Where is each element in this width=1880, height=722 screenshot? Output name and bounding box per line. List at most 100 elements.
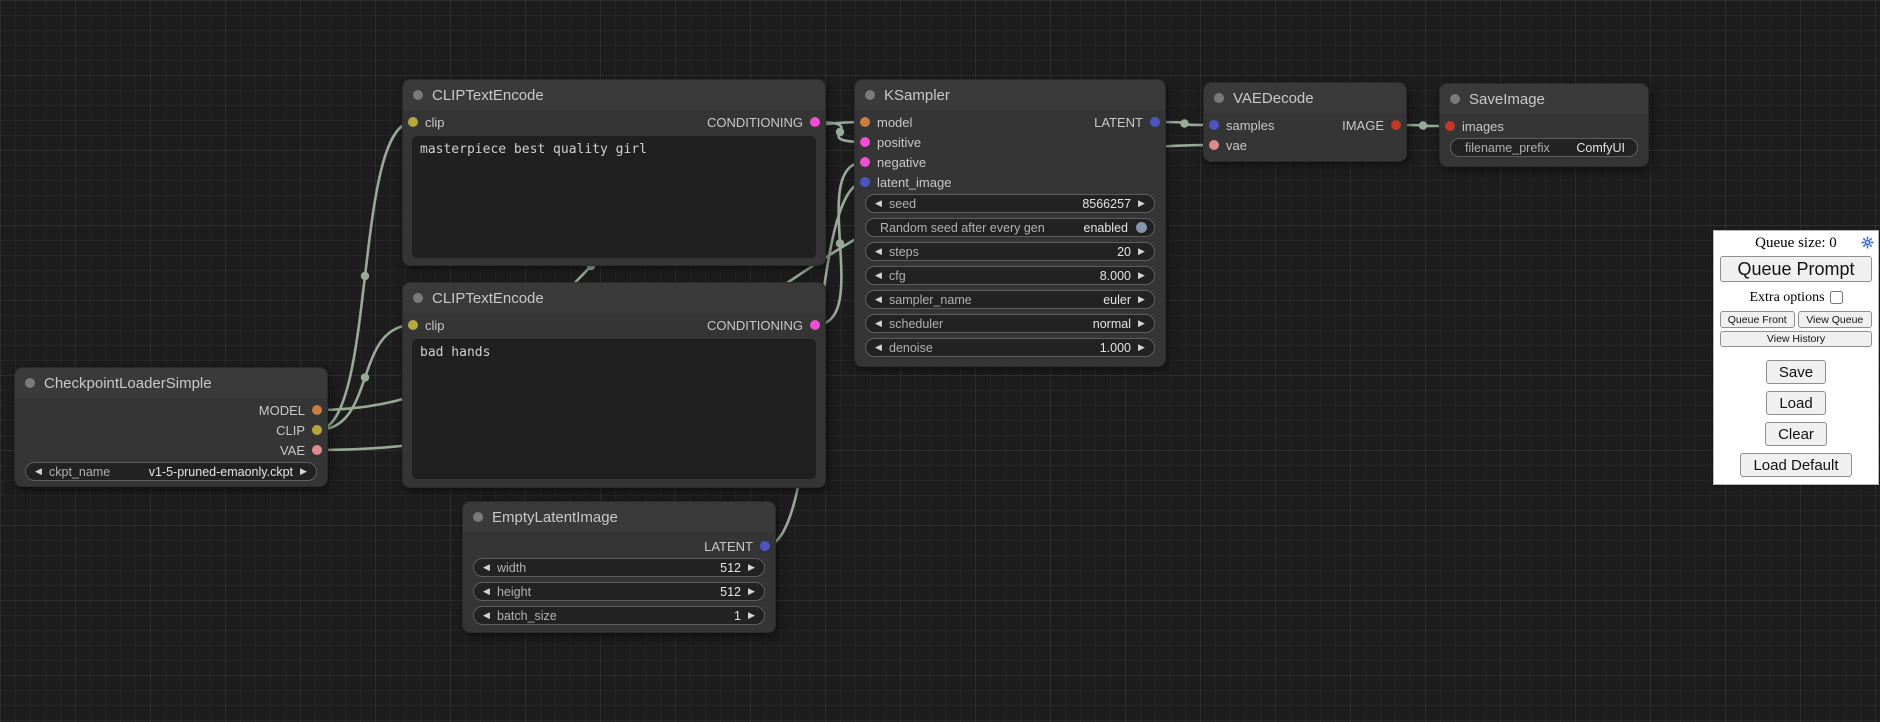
vae-output-dot[interactable]	[312, 445, 322, 455]
view-queue-button[interactable]: View Queue	[1798, 311, 1873, 328]
positive-input-dot[interactable]	[860, 137, 870, 147]
images-input-dot[interactable]	[1445, 121, 1455, 131]
node-title-bar[interactable]: EmptyLatentImage	[463, 502, 775, 532]
extra-options-checkbox[interactable]	[1830, 291, 1843, 304]
sampler-name-widget[interactable]: ◀ sampler_name euler ▶	[865, 290, 1155, 309]
decrement-arrow-icon[interactable]: ◀	[873, 243, 884, 260]
node-checkpointloadersimple[interactable]: CheckpointLoaderSimple MODEL CLIP VAE ◀ …	[14, 367, 328, 487]
batch-size-widget[interactable]: ◀ batch_size 1 ▶	[473, 606, 765, 625]
slot-label: LATENT	[1094, 115, 1143, 130]
node-title-bar[interactable]: KSampler	[855, 80, 1165, 110]
view-history-button[interactable]: View History	[1720, 331, 1872, 347]
ckpt-name-widget[interactable]: ◀ ckpt_name v1-5-pruned-emaonly.ckpt ▶	[25, 462, 317, 481]
node-ksampler[interactable]: KSampler model LATENT positive negative …	[854, 79, 1166, 367]
node-canvas[interactable]: CheckpointLoaderSimple MODEL CLIP VAE ◀ …	[0, 0, 1880, 722]
node-collapse-dot-icon[interactable]	[1214, 93, 1224, 103]
node-cliptextencode-positive[interactable]: CLIPTextEncode clip CONDITIONING masterp…	[402, 79, 826, 266]
increment-arrow-icon[interactable]: ▶	[1136, 243, 1147, 260]
model-output-dot[interactable]	[312, 405, 322, 415]
increment-arrow-icon[interactable]: ▶	[746, 583, 757, 600]
decrement-arrow-icon[interactable]: ◀	[481, 559, 492, 576]
widget-value: normal	[1093, 317, 1131, 331]
queue-front-button[interactable]: Queue Front	[1720, 311, 1795, 328]
node-emptylatentimage[interactable]: EmptyLatentImage LATENT ◀ width 512 ▶ ◀ …	[462, 501, 776, 633]
queue-prompt-button[interactable]: Queue Prompt	[1720, 256, 1872, 282]
node-collapse-dot-icon[interactable]	[413, 90, 423, 100]
node-title-bar[interactable]: CLIPTextEncode	[403, 283, 825, 313]
increment-arrow-icon[interactable]: ▶	[298, 463, 309, 480]
decrement-arrow-icon[interactable]: ◀	[873, 291, 884, 308]
clip-output-dot[interactable]	[312, 425, 322, 435]
clear-button[interactable]: Clear	[1765, 422, 1827, 446]
load-default-button[interactable]: Load Default	[1740, 453, 1851, 477]
node-title-bar[interactable]: CheckpointLoaderSimple	[15, 368, 327, 398]
denoise-widget[interactable]: ◀ denoise 1.000 ▶	[865, 338, 1155, 357]
conditioning-output-dot[interactable]	[810, 117, 820, 127]
widget-name: height	[497, 585, 531, 599]
load-button[interactable]: Load	[1766, 391, 1825, 415]
link-midpoint-dot	[361, 272, 369, 280]
cfg-widget[interactable]: ◀ cfg 8.000 ▶	[865, 266, 1155, 285]
positive-prompt-textarea[interactable]: masterpiece best quality girl	[412, 136, 816, 258]
conditioning-output-dot[interactable]	[810, 320, 820, 330]
latent-output-dot[interactable]	[760, 541, 770, 551]
node-title-bar[interactable]: SaveImage	[1440, 84, 1648, 114]
node-cliptextencode-negative[interactable]: CLIPTextEncode clip CONDITIONING bad han…	[402, 282, 826, 488]
node-collapse-dot-icon[interactable]	[413, 293, 423, 303]
negative-prompt-textarea[interactable]: bad hands	[412, 339, 816, 479]
latent-output-dot[interactable]	[1150, 117, 1160, 127]
node-collapse-dot-icon[interactable]	[1450, 94, 1460, 104]
decrement-arrow-icon[interactable]: ◀	[481, 607, 492, 624]
increment-arrow-icon[interactable]: ▶	[1136, 195, 1147, 212]
clip-input-dot[interactable]	[408, 320, 418, 330]
widget-value: v1-5-pruned-emaonly.ckpt	[149, 465, 293, 479]
widget-value: ComfyUI	[1576, 141, 1625, 155]
node-collapse-dot-icon[interactable]	[25, 378, 35, 388]
vae-input-dot[interactable]	[1209, 140, 1219, 150]
decrement-arrow-icon[interactable]: ◀	[873, 339, 884, 356]
link-midpoint-dot	[361, 373, 369, 381]
decrement-arrow-icon[interactable]: ◀	[33, 463, 44, 480]
node-collapse-dot-icon[interactable]	[865, 90, 875, 100]
settings-gear-icon[interactable]	[1861, 236, 1874, 249]
random-seed-toggle[interactable]: Random seed after every gen enabled	[865, 218, 1155, 237]
steps-widget[interactable]: ◀ steps 20 ▶	[865, 242, 1155, 261]
clip-input-dot[interactable]	[408, 117, 418, 127]
increment-arrow-icon[interactable]: ▶	[746, 559, 757, 576]
widget-name: scheduler	[889, 317, 943, 331]
negative-input-dot[interactable]	[860, 157, 870, 167]
height-widget[interactable]: ◀ height 512 ▶	[473, 582, 765, 601]
scheduler-widget[interactable]: ◀ scheduler normal ▶	[865, 314, 1155, 333]
comfy-menu-panel: Queue size: 0	[1713, 230, 1879, 485]
decrement-arrow-icon[interactable]: ◀	[481, 583, 492, 600]
increment-arrow-icon[interactable]: ▶	[746, 607, 757, 624]
slot-label: latent_image	[877, 175, 951, 190]
image-output-dot[interactable]	[1391, 120, 1401, 130]
decrement-arrow-icon[interactable]: ◀	[873, 267, 884, 284]
increment-arrow-icon[interactable]: ▶	[1136, 315, 1147, 332]
node-title-bar[interactable]: VAEDecode	[1204, 83, 1406, 113]
node-saveimage[interactable]: SaveImage images filename_prefix ComfyUI	[1439, 83, 1649, 167]
width-widget[interactable]: ◀ width 512 ▶	[473, 558, 765, 577]
node-title-bar[interactable]: CLIPTextEncode	[403, 80, 825, 110]
toggle-knob[interactable]	[1136, 222, 1147, 233]
increment-arrow-icon[interactable]: ▶	[1136, 291, 1147, 308]
node-title: CheckpointLoaderSimple	[44, 375, 212, 392]
node-collapse-dot-icon[interactable]	[473, 512, 483, 522]
decrement-arrow-icon[interactable]: ◀	[873, 195, 884, 212]
widget-value: 512	[720, 585, 741, 599]
increment-arrow-icon[interactable]: ▶	[1136, 339, 1147, 356]
latent-image-input-dot[interactable]	[860, 177, 870, 187]
node-vaedecode[interactable]: VAEDecode samples IMAGE vae	[1203, 82, 1407, 162]
decrement-arrow-icon[interactable]: ◀	[873, 315, 884, 332]
save-button[interactable]: Save	[1766, 360, 1826, 384]
model-input-dot[interactable]	[860, 117, 870, 127]
samples-input-dot[interactable]	[1209, 120, 1219, 130]
filename-prefix-widget[interactable]: filename_prefix ComfyUI	[1450, 138, 1638, 157]
increment-arrow-icon[interactable]: ▶	[1136, 267, 1147, 284]
widget-value: 8.000	[1100, 269, 1131, 283]
queue-buttons-row: Queue Front View Queue	[1720, 311, 1872, 328]
seed-widget[interactable]: ◀ seed 8566257 ▶	[865, 194, 1155, 213]
input-slot-model: model	[860, 112, 912, 132]
link-wire	[317, 325, 413, 430]
